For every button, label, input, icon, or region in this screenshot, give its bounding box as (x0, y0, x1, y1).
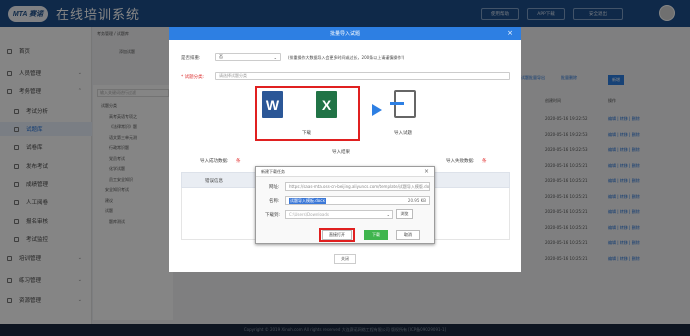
download-dialog-titlebar: 新建下载任务 × (256, 167, 434, 177)
import-label: 导入试题 (394, 131, 412, 136)
download-label[interactable]: 下载 (302, 130, 311, 136)
close-icon[interactable]: × (424, 168, 429, 175)
download-dialog: 新建下载任务 × 网址: https://saas-mta.oss-cn-bei… (255, 166, 435, 244)
repeat-label: 是否排重: (181, 56, 201, 61)
name-label: 名称: (269, 199, 280, 204)
path-label: 下载到: (265, 213, 281, 218)
fail-label: 导入失败数据: (446, 159, 475, 164)
repeat-hint: (排重操作大数据导入会更多时间或过长，200条以上请谨慎操作!) (288, 55, 405, 60)
modal-title: 批量导入试题 (329, 31, 360, 37)
success-count: 条 (236, 159, 241, 164)
import-file-icon[interactable] (390, 90, 416, 118)
success-label: 导入成功数据: (200, 159, 229, 164)
modal-header: 批量导入试题 × (169, 27, 521, 40)
fail-count: 条 (482, 159, 487, 164)
excel-template-icon[interactable]: X (316, 91, 337, 118)
filename-field[interactable]: 试题导入模板.docx 20.95 KB (285, 196, 430, 205)
word-template-icon[interactable]: W (262, 91, 283, 118)
download-dialog-title: 新建下载任务 (261, 168, 285, 174)
file-size: 20.95 KB (407, 198, 426, 203)
repeat-value: 否 (219, 54, 223, 59)
url-label: 网址: (269, 185, 280, 190)
chevron-down-icon: ⌄ (273, 54, 277, 60)
browse-button[interactable]: 浏览 (396, 209, 413, 219)
arrow-right-icon (372, 104, 382, 116)
path-value: C:\Users\Downloads (289, 212, 330, 217)
category-label: * 试题分类: (181, 75, 205, 80)
close-modal-button[interactable]: 关闭 (334, 254, 356, 264)
url-field[interactable]: https://saas-mta.oss-cn-beijing.aliyuncs… (285, 182, 430, 191)
result-title: 导入结果 (332, 150, 350, 155)
close-icon[interactable]: × (507, 29, 513, 37)
open-directly-button[interactable]: 直接打开 (322, 230, 352, 240)
error-header: 错误信息 (205, 179, 223, 184)
chevron-down-icon: ⌄ (386, 212, 390, 217)
download-button[interactable]: 下载 (364, 230, 388, 240)
cancel-button[interactable]: 取消 (396, 230, 420, 240)
filename-value: 试题导入模板.docx (289, 197, 326, 204)
path-field[interactable]: C:\Users\Downloads ⌄ (285, 210, 393, 219)
repeat-select[interactable]: 否 ⌄ (215, 53, 281, 61)
category-select[interactable]: 请选择试题分类 (215, 72, 510, 80)
